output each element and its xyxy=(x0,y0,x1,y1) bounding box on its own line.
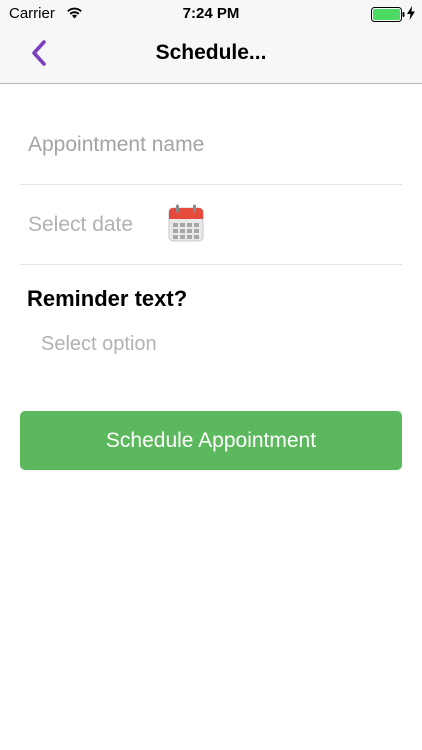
select-date-field[interactable]: Select date xyxy=(28,213,133,237)
battery-icon xyxy=(371,7,405,22)
charging-bolt-icon xyxy=(407,6,415,20)
appointment-name-input[interactable] xyxy=(28,130,388,160)
page-title: Schedule... xyxy=(155,41,267,64)
status-bar: Carrier 7:24 PM xyxy=(0,0,422,28)
navigation-bar: Schedule... xyxy=(0,28,422,84)
appointment-name-row xyxy=(20,104,402,185)
select-date-row: Select date xyxy=(20,185,402,265)
calendar-icon[interactable] xyxy=(168,204,204,242)
reminder-heading: Reminder text? xyxy=(27,286,188,311)
schedule-appointment-button[interactable]: Schedule Appointment xyxy=(20,411,402,470)
reminder-option-select[interactable]: Select option xyxy=(41,333,157,356)
status-time: 7:24 PM xyxy=(182,5,240,22)
